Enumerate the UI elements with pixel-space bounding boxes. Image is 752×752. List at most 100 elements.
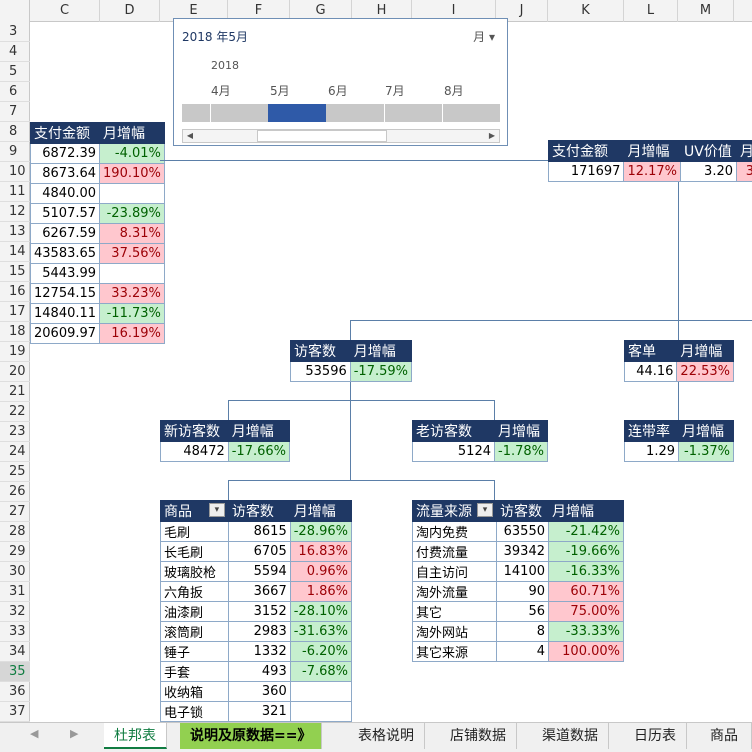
- timeline-selected-month[interactable]: [268, 104, 326, 122]
- row-header-31[interactable]: 31: [0, 582, 30, 602]
- row-header-37[interactable]: 37: [0, 702, 30, 722]
- table-row: 6267.59 8.31%: [29, 223, 165, 244]
- row-header-3[interactable]: 3: [0, 22, 30, 42]
- tab-prev-icon[interactable]: ◀: [30, 727, 38, 740]
- connector-line: [350, 380, 351, 480]
- timeline-slicer[interactable]: 2018 年5月 月 ▾ 2018 4月 5月 6月 7月 8月 ◀ ▶: [173, 18, 508, 146]
- row-header-9[interactable]: 9: [0, 142, 30, 162]
- connector-line: [350, 320, 752, 321]
- table-row: 淘外流量 90 60.71%: [412, 581, 624, 602]
- row-header-12[interactable]: 12: [0, 202, 30, 222]
- table-row: 长毛刷 6705 16.83%: [160, 541, 353, 562]
- table-row: 1.29 -1.37%: [624, 441, 734, 462]
- connector-line: [228, 400, 229, 420]
- row-header-6[interactable]: 6: [0, 82, 30, 102]
- row-header-8[interactable]: 8: [0, 122, 30, 142]
- row-header-15[interactable]: 15: [0, 262, 30, 282]
- table-header: 访客数: [290, 340, 351, 362]
- row-header-26[interactable]: 26: [0, 482, 30, 502]
- tab-next-icon[interactable]: ▶: [70, 727, 78, 740]
- row-header-7[interactable]: 7: [0, 102, 30, 122]
- row-header-5[interactable]: 5: [0, 62, 30, 82]
- traffic-source-table: 流量来源 ▾ 访客数 月增幅 淘内免费 63550 -21.42% 付费流量 39342 -1…: [412, 500, 624, 662]
- tab-calendar[interactable]: 日历表: [624, 723, 687, 749]
- table-row: 14840.11 -11.73%: [29, 303, 165, 324]
- table-row: 20609.97 16.19%: [29, 323, 165, 344]
- row-header-17[interactable]: 17: [0, 302, 30, 322]
- table-row: 53596 -17.59%: [290, 361, 413, 382]
- table-row: 17169712.17%3.203: [547, 161, 752, 182]
- table-header: 月: [736, 140, 752, 162]
- column-header-d[interactable]: D: [100, 0, 160, 22]
- row-header-4[interactable]: 4: [0, 42, 30, 62]
- table-row: 6872.39 -4.01%: [29, 143, 165, 164]
- table-header: 月增幅: [623, 140, 682, 162]
- table-row: 淘内免费 63550 -21.42%: [412, 521, 624, 542]
- select-all-corner[interactable]: [0, 0, 30, 22]
- connector-line: [678, 380, 679, 420]
- row-header-21[interactable]: 21: [0, 382, 30, 402]
- row-header-30[interactable]: 30: [0, 562, 30, 582]
- timeline-month-label: 7月: [385, 84, 405, 98]
- timeline-month-label: 5月: [270, 84, 290, 98]
- row-header-16[interactable]: 16: [0, 282, 30, 302]
- table-row: 收纳箱 360: [160, 681, 353, 702]
- row-header-35[interactable]: 35: [0, 662, 30, 682]
- row-header-24[interactable]: 24: [0, 442, 30, 462]
- table-row: 12754.15 33.23%: [29, 283, 165, 304]
- row-header-11[interactable]: 11: [0, 182, 30, 202]
- row-header-28[interactable]: 28: [0, 522, 30, 542]
- table-header: 月增幅: [676, 340, 734, 362]
- table-header: 访客数: [227, 500, 291, 522]
- column-header-l[interactable]: L: [624, 0, 678, 22]
- row-header-34[interactable]: 34: [0, 642, 30, 662]
- timeline-year-label: 2018: [211, 59, 239, 72]
- tab-dupont[interactable]: 杜邦表: [104, 723, 167, 749]
- table-header: 新访客数: [160, 420, 229, 442]
- tab-channel-data[interactable]: 渠道数据: [532, 723, 609, 749]
- column-header-c[interactable]: C: [30, 0, 100, 22]
- column-header-m[interactable]: M: [678, 0, 734, 22]
- row-header-bar: 3 4 5 6 7 8 9 10 11 12 13 14 15 16 17 18 19 20 21 22 23 24 25 2…: [0, 22, 30, 722]
- filter-dropdown-icon[interactable]: ▾: [208, 503, 225, 517]
- table-header: 月增幅: [678, 420, 734, 442]
- left-payment-table: 支付金额 月增幅 6872.39 -4.01% 8673.64 190.10% 484…: [29, 122, 165, 344]
- timeline-level-dropdown[interactable]: 月 ▾: [473, 28, 495, 45]
- table-row: 六角扳 3667 1.86%: [160, 581, 353, 602]
- timeline-scroll-thumb[interactable]: [257, 130, 387, 142]
- filter-dropdown-icon[interactable]: ▾: [477, 503, 493, 517]
- table-row: 43583.65 37.56%: [29, 243, 165, 264]
- row-header-32[interactable]: 32: [0, 602, 30, 622]
- visitors-table: 访客数 月增幅 53596 -17.59%: [290, 340, 413, 382]
- tab-table-notes[interactable]: 表格说明: [348, 723, 425, 749]
- row-header-14[interactable]: 14: [0, 242, 30, 262]
- column-header-k[interactable]: K: [548, 0, 624, 22]
- top-kpi-table: 支付金额月增幅UV价值月 17169712.17%3.203: [547, 140, 752, 182]
- timeline-selection-label: 2018 年5月: [182, 30, 248, 44]
- row-header-33[interactable]: 33: [0, 622, 30, 642]
- row-header-29[interactable]: 29: [0, 542, 30, 562]
- scroll-left-icon[interactable]: ◀: [183, 130, 197, 142]
- table-row: 滚筒刷 2983 -31.63%: [160, 621, 353, 642]
- scroll-right-icon[interactable]: ▶: [485, 130, 499, 142]
- tab-notes-data[interactable]: 说明及原数据==》: [180, 723, 323, 749]
- row-header-19[interactable]: 19: [0, 342, 30, 362]
- connector-line: [350, 320, 351, 340]
- tab-store-data[interactable]: 店铺数据: [440, 723, 517, 749]
- table-row: 淘外网站 8 -33.33%: [412, 621, 624, 642]
- row-header-36[interactable]: 36: [0, 682, 30, 702]
- row-header-18[interactable]: 18: [0, 322, 30, 342]
- table-header: 月增幅: [227, 420, 291, 442]
- row-header-27[interactable]: 27: [0, 502, 30, 522]
- row-header-23[interactable]: 23: [0, 422, 30, 442]
- timeline-bar[interactable]: [182, 104, 500, 122]
- row-header-22[interactable]: 22: [0, 402, 30, 422]
- row-header-10[interactable]: 10: [0, 162, 30, 182]
- tab-product-data[interactable]: 商品数: [700, 723, 752, 749]
- row-header-25[interactable]: 25: [0, 462, 30, 482]
- table-header: 月增幅: [548, 500, 624, 522]
- row-header-20[interactable]: 20: [0, 362, 30, 382]
- table-row: 毛刷 8615 -28.96%: [160, 521, 353, 542]
- timeline-scrollbar[interactable]: ◀ ▶: [182, 129, 500, 143]
- row-header-13[interactable]: 13: [0, 222, 30, 242]
